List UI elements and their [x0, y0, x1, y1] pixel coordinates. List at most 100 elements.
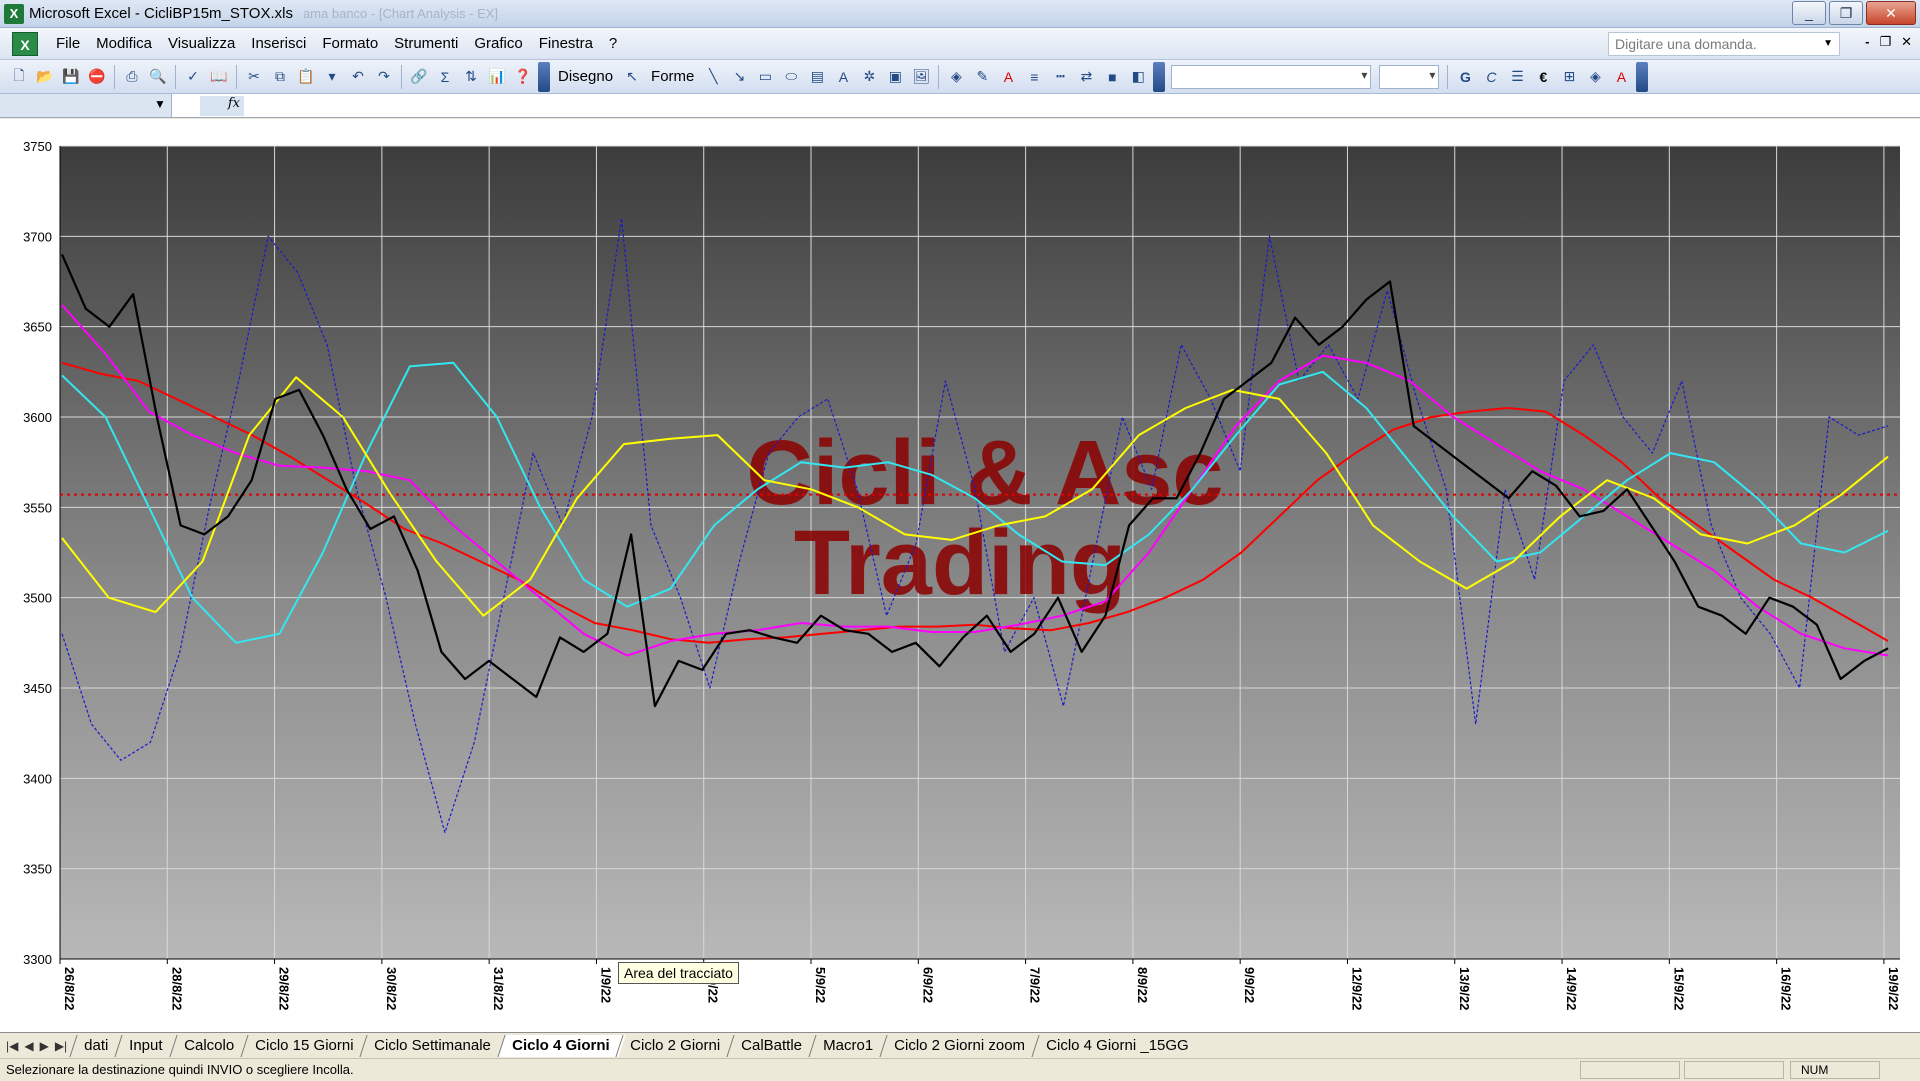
- menu-modifica[interactable]: Modifica: [88, 28, 160, 60]
- sheet-tab-label: Ciclo 15 Giorni: [254, 1036, 354, 1054]
- euro-button[interactable]: €: [1531, 65, 1555, 89]
- paste-icon[interactable]: 📋: [294, 65, 318, 89]
- excel-app-icon[interactable]: X: [4, 3, 24, 24]
- x-tick-label: 8/9/22: [1135, 967, 1150, 1003]
- y-tick-label: 3450: [23, 681, 52, 696]
- textbox-icon[interactable]: ▤: [805, 65, 829, 89]
- x-tick-label: 31/8/22: [491, 967, 506, 1010]
- doc-close-button[interactable]: ✕: [1901, 34, 1912, 50]
- font-size-select[interactable]: [1379, 64, 1440, 89]
- picture-icon[interactable]: 🖼: [909, 65, 933, 89]
- fill-color-icon[interactable]: ◈: [944, 65, 968, 89]
- new-icon[interactable]: 🗋: [7, 65, 31, 89]
- print-preview-icon[interactable]: 🔍: [146, 65, 170, 89]
- menu-formato[interactable]: Formato: [314, 28, 386, 60]
- rectangle-icon[interactable]: ▭: [753, 65, 777, 89]
- chart-sheet[interactable]: 3300 3350 3400 3450 3500 3550 3600 3650 3700 3750…: [0, 119, 1920, 1037]
- sheet-tab-ciclo-2-giorni-zoom[interactable]: Ciclo 2 Giorni zoom: [879, 1034, 1041, 1057]
- toolbar-handle[interactable]: [1636, 61, 1649, 92]
- minimize-button[interactable]: _: [1792, 1, 1826, 25]
- pointer-icon[interactable]: ↖: [620, 65, 644, 89]
- 3d-icon[interactable]: ◧: [1126, 65, 1150, 89]
- sheet-tab-ciclo-4-giorni[interactable]: Ciclo 4 Giorni: [497, 1034, 625, 1057]
- toolbar-handle[interactable]: [1153, 61, 1166, 92]
- menu-inserisci[interactable]: Inserisci: [243, 28, 314, 60]
- cut-icon[interactable]: ✂: [242, 65, 266, 89]
- chart-wizard-icon[interactable]: 📊: [485, 65, 509, 89]
- doc-restore-button[interactable]: ❐: [1879, 34, 1891, 50]
- copy-icon[interactable]: ⧉: [268, 65, 292, 89]
- sort-icon[interactable]: ⇅: [459, 65, 483, 89]
- chevron-down-icon[interactable]: ▼: [1823, 33, 1833, 55]
- status-cell: [1580, 1061, 1680, 1079]
- y-tick-label: 3300: [23, 952, 52, 967]
- draw-menu[interactable]: Disegno: [552, 68, 619, 85]
- oval-icon[interactable]: ⬭: [779, 65, 803, 89]
- font-name-select[interactable]: [1171, 64, 1372, 89]
- hyperlink-icon[interactable]: 🔗: [407, 65, 431, 89]
- shapes-menu[interactable]: Forme: [645, 68, 700, 85]
- print-icon[interactable]: ⎙: [120, 65, 144, 89]
- permission-icon[interactable]: ⛔: [85, 65, 109, 89]
- format-painter-icon[interactable]: ▾: [320, 65, 344, 89]
- clipart-icon[interactable]: ▣: [883, 65, 907, 89]
- spelling-icon[interactable]: ✓: [181, 65, 205, 89]
- sheet-tab-macro1[interactable]: Macro1: [808, 1034, 889, 1057]
- last-sheet-icon[interactable]: ▶|: [55, 1039, 67, 1053]
- menu-strumenti[interactable]: Strumenti: [386, 28, 466, 60]
- menu-finestra[interactable]: Finestra: [531, 28, 601, 60]
- menu-visualizza[interactable]: Visualizza: [160, 28, 243, 60]
- menu-help[interactable]: ?: [601, 28, 625, 60]
- next-sheet-icon[interactable]: ▶: [40, 1039, 49, 1053]
- menu-grafico[interactable]: Grafico: [466, 28, 530, 60]
- sheet-tab-calbattle[interactable]: CalBattle: [726, 1034, 818, 1057]
- chevron-down-icon[interactable]: ▼: [154, 97, 166, 111]
- align-center-icon[interactable]: ☰: [1505, 65, 1529, 89]
- function-icon[interactable]: fx: [200, 96, 244, 116]
- line-color-icon[interactable]: ✎: [970, 65, 994, 89]
- sheet-tab-ciclo-2-giorni[interactable]: Ciclo 2 Giorni: [615, 1034, 736, 1057]
- borders-icon[interactable]: ⊞: [1557, 65, 1581, 89]
- restore-button[interactable]: ❐: [1829, 1, 1863, 25]
- line-icon[interactable]: ╲: [701, 65, 725, 89]
- sheet-tab-calcolo[interactable]: Calcolo: [169, 1034, 250, 1057]
- close-button[interactable]: ✕: [1866, 1, 1916, 25]
- background-window-title: ama banco - [Chart Analysis - EX]: [302, 6, 499, 21]
- redo-icon[interactable]: ↷: [372, 65, 396, 89]
- line-chart[interactable]: 3300 3350 3400 3450 3500 3550 3600 3650 3700 3750…: [0, 119, 1920, 1037]
- workbook-icon[interactable]: X: [12, 31, 38, 56]
- italic-button[interactable]: C: [1479, 65, 1503, 89]
- font-color-icon[interactable]: A: [1609, 65, 1633, 89]
- bold-button[interactable]: G: [1453, 65, 1477, 89]
- highlight-icon[interactable]: ◈: [1583, 65, 1607, 89]
- arrow-style-icon[interactable]: ⇄: [1074, 65, 1098, 89]
- sheet-tab-ciclo-4-giorni-15gg[interactable]: Ciclo 4 Giorni _15GG: [1031, 1034, 1205, 1057]
- sheet-tab-ciclo-15-giorni[interactable]: Ciclo 15 Giorni: [240, 1034, 369, 1057]
- dash-style-icon[interactable]: ┅: [1048, 65, 1072, 89]
- research-icon[interactable]: 📖: [207, 65, 231, 89]
- wordart-icon[interactable]: A: [831, 65, 855, 89]
- sheet-tab-input[interactable]: Input: [114, 1034, 179, 1057]
- diagram-icon[interactable]: ✲: [857, 65, 881, 89]
- open-icon[interactable]: 📂: [33, 65, 57, 89]
- font-color-icon[interactable]: A: [996, 65, 1020, 89]
- undo-icon[interactable]: ↶: [346, 65, 370, 89]
- sheet-tab-label: Ciclo 4 Giorni _15GG: [1046, 1036, 1189, 1054]
- arrow-icon[interactable]: ↘: [727, 65, 751, 89]
- x-tick-label: 19/9/22: [1886, 967, 1901, 1010]
- line-style-icon[interactable]: ≡: [1022, 65, 1046, 89]
- name-box[interactable]: [0, 94, 172, 117]
- toolbar-separator: [1447, 64, 1449, 89]
- sheet-tab-label: Ciclo 4 Giorni: [512, 1036, 610, 1054]
- prev-sheet-icon[interactable]: ◀: [24, 1039, 33, 1053]
- shadow-icon[interactable]: ■: [1100, 65, 1124, 89]
- doc-minimize-button[interactable]: -: [1865, 34, 1869, 50]
- help-icon[interactable]: ❓: [511, 65, 535, 89]
- first-sheet-icon[interactable]: |◀: [6, 1039, 18, 1053]
- sheet-tab-ciclo-settimanale[interactable]: Ciclo Settimanale: [359, 1034, 507, 1057]
- menu-file[interactable]: File: [48, 28, 88, 60]
- ask-question-input[interactable]: Digitare una domanda. ▼: [1608, 32, 1840, 56]
- toolbar-handle[interactable]: [538, 61, 550, 92]
- save-icon[interactable]: 💾: [59, 65, 83, 89]
- autosum-icon[interactable]: Σ: [433, 65, 457, 89]
